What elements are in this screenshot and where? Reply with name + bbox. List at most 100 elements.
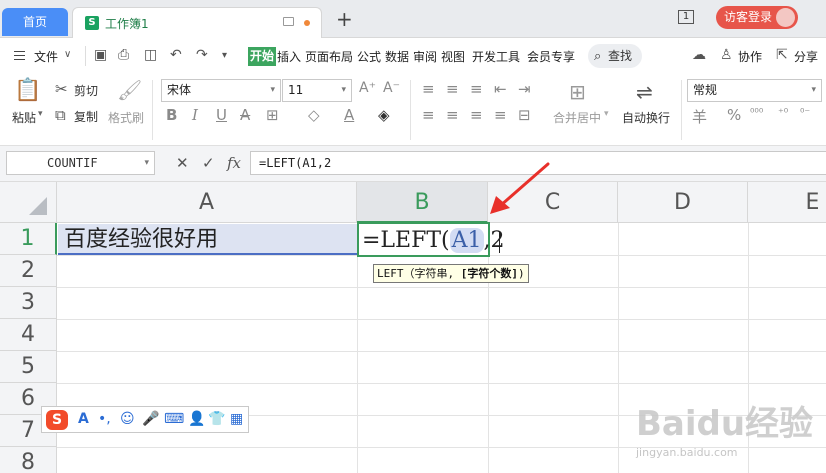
underline-icon[interactable]: U bbox=[216, 106, 227, 124]
decrease-font-icon[interactable]: A⁻ bbox=[383, 80, 400, 96]
select-all-button[interactable] bbox=[0, 182, 57, 223]
collaborate-button[interactable]: 协作 bbox=[738, 48, 762, 65]
paste-icon[interactable]: 📋 bbox=[14, 78, 41, 103]
currency-icon[interactable]: 羊 bbox=[692, 106, 707, 127]
font-name-select[interactable]: 宋体 ▾ bbox=[161, 79, 281, 102]
chevron-down-icon[interactable]: ∨ bbox=[64, 49, 71, 60]
cut-icon[interactable]: ✂ bbox=[55, 80, 68, 98]
align-left-icon[interactable]: ≡ bbox=[422, 106, 435, 124]
clear-format-icon[interactable]: ◈ bbox=[378, 106, 390, 124]
fill-color-icon[interactable]: ◇ bbox=[308, 106, 320, 124]
row-header-8[interactable]: 8 bbox=[0, 447, 57, 473]
menu-icon[interactable] bbox=[14, 51, 25, 60]
column-header-a[interactable]: A bbox=[57, 182, 357, 223]
menu-start[interactable]: 开始 bbox=[248, 47, 276, 66]
share-button[interactable]: 分享 bbox=[794, 48, 818, 65]
share-icon[interactable]: ⇱ bbox=[776, 47, 788, 63]
menu-insert[interactable]: 插入 bbox=[277, 48, 301, 65]
copy-icon[interactable]: ⧉ bbox=[55, 106, 66, 124]
align-center-icon[interactable]: ≡ bbox=[446, 106, 459, 124]
search-button[interactable]: ⌕ 查找 bbox=[588, 44, 642, 68]
row-header-5[interactable]: 5 bbox=[0, 351, 57, 383]
align-bottom-icon[interactable]: ≡ bbox=[470, 80, 483, 98]
row-header-3[interactable]: 3 bbox=[0, 287, 57, 319]
format-painter-button[interactable]: 格式刷 bbox=[108, 109, 144, 126]
visitor-login-button[interactable]: 访客登录 bbox=[716, 6, 798, 29]
undo-icon[interactable]: ↶ bbox=[170, 47, 182, 63]
spreadsheet-grid[interactable]: A B C D E 1 2 3 4 5 6 7 8 百度经验很好用 =LEFT(… bbox=[0, 182, 826, 473]
menu-member[interactable]: 会员专享 bbox=[527, 48, 575, 65]
user-icon[interactable]: 👤 bbox=[188, 411, 205, 427]
row-header-2[interactable]: 2 bbox=[0, 255, 57, 287]
increase-indent-icon[interactable]: ⇥ bbox=[518, 80, 531, 98]
new-tab-button[interactable]: + bbox=[336, 9, 353, 29]
chevron-down-icon[interactable]: ▾ bbox=[604, 109, 609, 119]
align-right-icon[interactable]: ≡ bbox=[470, 106, 483, 124]
column-header-e[interactable]: E bbox=[748, 182, 826, 223]
row-header-1[interactable]: 1 bbox=[0, 223, 57, 255]
paste-button[interactable]: 粘贴 bbox=[12, 109, 36, 126]
increase-font-icon[interactable]: A⁺ bbox=[359, 80, 376, 96]
sogou-logo-icon[interactable]: S bbox=[46, 410, 68, 430]
distributed-icon[interactable]: ⊟ bbox=[518, 106, 531, 124]
cloud-icon[interactable]: ☁ bbox=[692, 47, 706, 63]
cancel-icon[interactable]: ✕ bbox=[176, 154, 189, 172]
align-middle-icon[interactable]: ≡ bbox=[446, 80, 459, 98]
menu-data[interactable]: 数据 bbox=[385, 48, 409, 65]
decrease-decimal-icon[interactable]: ⁰⁻ bbox=[800, 106, 810, 119]
voice-icon[interactable]: 🎤 bbox=[142, 411, 159, 427]
menu-view[interactable]: 视图 bbox=[441, 48, 465, 65]
monitor-icon[interactable] bbox=[283, 17, 294, 26]
menu-formula[interactable]: 公式 bbox=[357, 48, 381, 65]
skin-icon[interactable]: 👕 bbox=[208, 411, 225, 427]
home-tab[interactable]: 首页 bbox=[2, 8, 68, 36]
justify-icon[interactable]: ≡ bbox=[494, 106, 507, 124]
menu-page-layout[interactable]: 页面布局 bbox=[305, 48, 353, 65]
column-header-d[interactable]: D bbox=[618, 182, 748, 223]
italic-icon[interactable]: I bbox=[192, 106, 198, 124]
column-header-b[interactable]: B bbox=[357, 182, 488, 223]
print-preview-icon[interactable]: ◫ bbox=[144, 47, 157, 63]
number-format-select[interactable]: 常规 ▾ bbox=[687, 79, 822, 102]
auto-wrap-button[interactable]: 自动换行 bbox=[622, 109, 670, 126]
cell-b1-editing[interactable]: =LEFT(A1,2 bbox=[357, 222, 505, 257]
format-painter-icon[interactable]: 🖌 bbox=[117, 78, 142, 102]
percent-icon[interactable]: % bbox=[727, 106, 741, 124]
name-box[interactable]: COUNTIF ▾ bbox=[6, 151, 155, 175]
paste-dropdown-icon[interactable]: ▾ bbox=[38, 109, 43, 119]
punctuation-icon[interactable]: •, bbox=[98, 411, 111, 427]
insert-function-icon[interactable]: fx bbox=[227, 154, 241, 172]
menu-review[interactable]: 审阅 bbox=[413, 48, 437, 65]
thousands-icon[interactable]: ⁰⁰⁰ bbox=[750, 106, 763, 119]
strikethrough-icon[interactable]: A bbox=[240, 106, 250, 124]
chinese-mode-icon[interactable]: A bbox=[78, 411, 89, 427]
font-color-icon[interactable]: A bbox=[344, 106, 354, 124]
row-header-4[interactable]: 4 bbox=[0, 319, 57, 351]
collaborate-icon[interactable]: ♙ bbox=[720, 47, 733, 63]
cell-a1[interactable]: 百度经验很好用 bbox=[58, 224, 357, 255]
cut-button[interactable]: 剪切 bbox=[74, 82, 98, 99]
increase-decimal-icon[interactable]: ⁺⁰ bbox=[778, 106, 788, 119]
font-size-select[interactable]: 11 ▾ bbox=[282, 79, 352, 102]
border-icon[interactable]: ⊞ bbox=[266, 106, 279, 124]
keyboard-icon[interactable]: ⌨ bbox=[164, 411, 184, 427]
divider bbox=[410, 80, 411, 140]
merge-cells-icon[interactable]: ⊞ bbox=[569, 80, 586, 104]
redo-icon[interactable]: ↷ bbox=[196, 47, 208, 63]
decrease-indent-icon[interactable]: ⇤ bbox=[494, 80, 507, 98]
bold-icon[interactable]: B bbox=[166, 106, 177, 124]
copy-button[interactable]: 复制 bbox=[74, 108, 98, 125]
save-icon[interactable]: ▣ bbox=[94, 47, 107, 63]
menu-developer[interactable]: 开发工具 bbox=[472, 48, 520, 65]
workbook-tab[interactable]: S 工作簿1 bbox=[72, 7, 322, 38]
quick-access-dropdown-icon[interactable]: ▾ bbox=[222, 50, 227, 61]
confirm-icon[interactable]: ✓ bbox=[202, 154, 215, 172]
print-icon[interactable]: ⎙ bbox=[118, 47, 129, 63]
wrap-text-icon[interactable]: ⇌ bbox=[636, 80, 653, 104]
emoji-icon[interactable]: ☺ bbox=[120, 411, 135, 427]
menu-file[interactable]: 文件 bbox=[34, 48, 58, 65]
merge-center-button[interactable]: 合并居中 bbox=[553, 109, 601, 126]
toolbox-icon[interactable]: ▦ bbox=[230, 411, 243, 427]
align-top-icon[interactable]: ≡ bbox=[422, 80, 435, 98]
window-count-icon[interactable]: 1 bbox=[678, 10, 694, 24]
